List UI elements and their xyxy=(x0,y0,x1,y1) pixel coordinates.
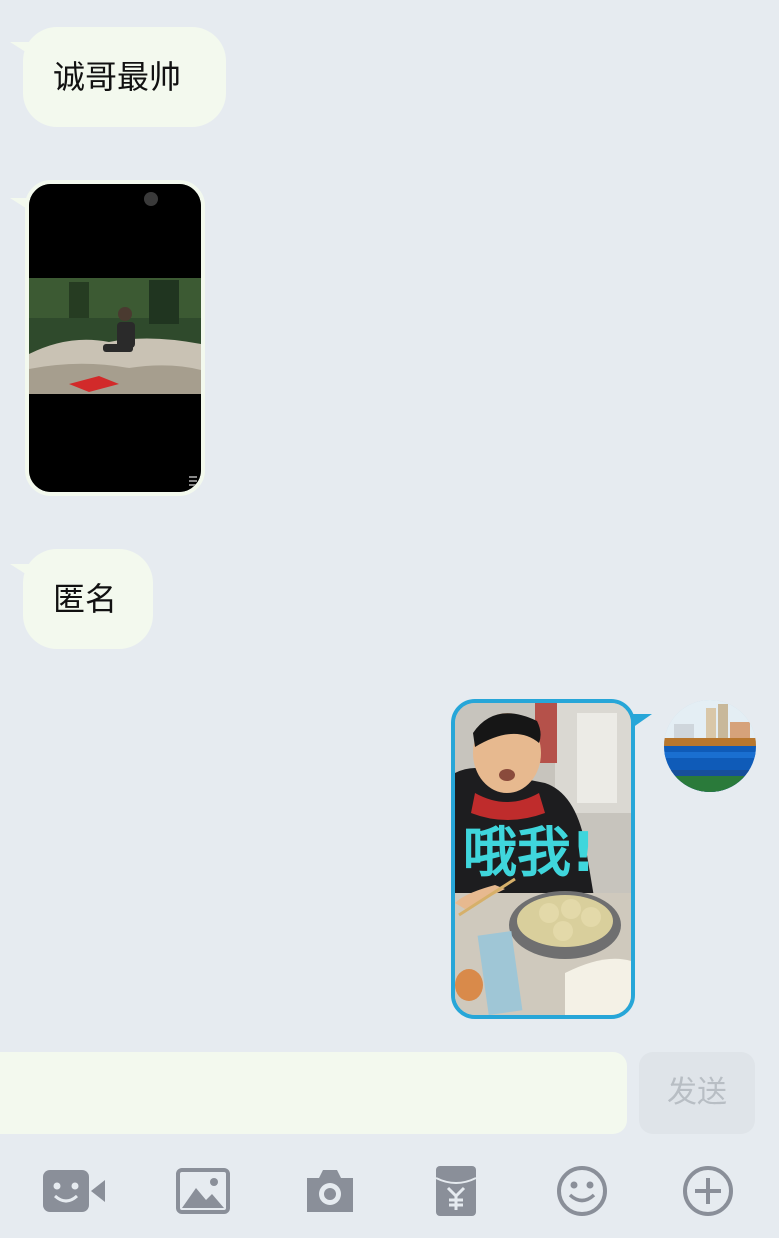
send-button[interactable]: 发送 xyxy=(639,1052,755,1134)
handwritten-text: 哦我! xyxy=(463,821,596,884)
plus-icon[interactable] xyxy=(682,1166,746,1216)
composer: 发送 xyxy=(0,1052,779,1134)
bottom-toolbar xyxy=(0,1140,779,1238)
chat-screen: 诚哥最帅 匿名 哦我! 发送 xyxy=(0,0,779,1238)
message-text: 匿名 xyxy=(53,580,118,618)
emoji-icon[interactable] xyxy=(556,1166,620,1216)
received-photo xyxy=(29,184,201,492)
message-bubble-image[interactable] xyxy=(25,180,205,496)
message-bubble-text[interactable]: 匿名 xyxy=(23,549,153,649)
sent-photo: 哦我! xyxy=(455,703,631,1015)
red-packet-icon[interactable] xyxy=(432,1166,496,1216)
my-message-bubble-image[interactable]: 哦我! xyxy=(451,699,635,1019)
video-call-icon[interactable] xyxy=(43,1166,107,1216)
message-bubble-text[interactable]: 诚哥最帅 xyxy=(23,27,226,127)
bubble-tail xyxy=(632,714,652,728)
camera-icon[interactable] xyxy=(303,1166,367,1216)
avatar[interactable] xyxy=(664,700,756,792)
message-list[interactable]: 诚哥最帅 匿名 哦我! xyxy=(0,0,779,1040)
message-input[interactable] xyxy=(0,1052,627,1134)
message-text: 诚哥最帅 xyxy=(53,58,182,96)
image-gallery-icon[interactable] xyxy=(176,1166,240,1216)
avatar-image xyxy=(664,700,756,792)
